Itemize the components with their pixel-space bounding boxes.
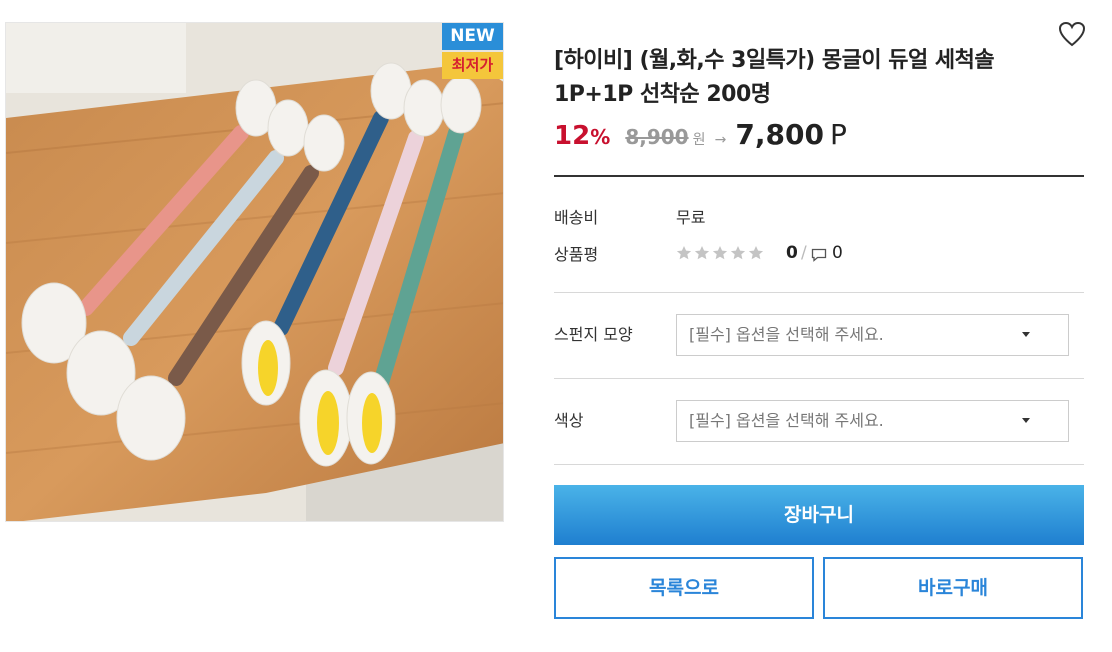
comment-count: 0 (832, 243, 843, 263)
option-label-sponge-shape: 스펀지 모양 (554, 325, 633, 344)
review-count: 0 (786, 243, 798, 263)
divider (554, 464, 1084, 465)
caret-down-icon (1022, 332, 1030, 337)
original-price-unit: 원 (692, 132, 706, 148)
star-icon (730, 245, 746, 259)
star-icon (712, 245, 728, 259)
lowest-price-badge: 최저가 (442, 52, 503, 79)
option-select-color[interactable]: [필수] 옵션을 선택해 주세요. (676, 400, 1069, 442)
comment-icon (811, 247, 827, 266)
new-badge: NEW (442, 23, 503, 50)
discount-rate: 12 (554, 121, 591, 151)
option-select-placeholder: [필수] 옵션을 선택해 주세요. (689, 325, 884, 344)
rating-stars (676, 242, 766, 262)
option-label-color: 색상 (554, 411, 584, 430)
option-select-sponge-shape[interactable]: [필수] 옵션을 선택해 주세요. (676, 314, 1069, 356)
product-title-line1: [하이비] (월,화,수 3일특가) 몽글이 듀얼 세척솔 (554, 48, 995, 73)
star-icon (748, 245, 764, 259)
shipping-value: 무료 (676, 208, 706, 227)
star-icon (694, 245, 710, 259)
add-to-cart-button[interactable]: 장바구니 (554, 485, 1084, 545)
product-image: NEW 최저가 (5, 22, 504, 522)
arrow-right-icon: → (714, 132, 727, 148)
separator: / (801, 243, 807, 263)
caret-down-icon (1022, 418, 1030, 423)
product-title: [하이비] (월,화,수 3일특가) 몽글이 듀얼 세척솔 1P+1P 선착순 … (554, 44, 1054, 112)
sale-price-unit: P (829, 118, 847, 151)
sale-price: 7,800 (735, 118, 824, 151)
product-photo-illustration (6, 23, 503, 521)
heart-icon[interactable] (1058, 21, 1086, 47)
original-price: 8,900 (625, 125, 689, 149)
discount-percent-sign: % (590, 125, 611, 149)
divider (554, 292, 1084, 293)
divider (554, 175, 1084, 177)
review-label: 상품평 (554, 245, 599, 264)
product-title-line2: 1P+1P 선착순 200명 (554, 82, 771, 107)
buy-now-button[interactable]: 바로구매 (823, 557, 1083, 619)
back-to-list-button[interactable]: 목록으로 (554, 557, 814, 619)
price-row: 12% 8,900 원 → 7,800 P (554, 118, 847, 158)
divider (554, 378, 1084, 379)
option-select-placeholder: [필수] 옵션을 선택해 주세요. (689, 411, 884, 430)
shipping-label: 배송비 (554, 208, 599, 227)
star-icon (676, 245, 692, 259)
